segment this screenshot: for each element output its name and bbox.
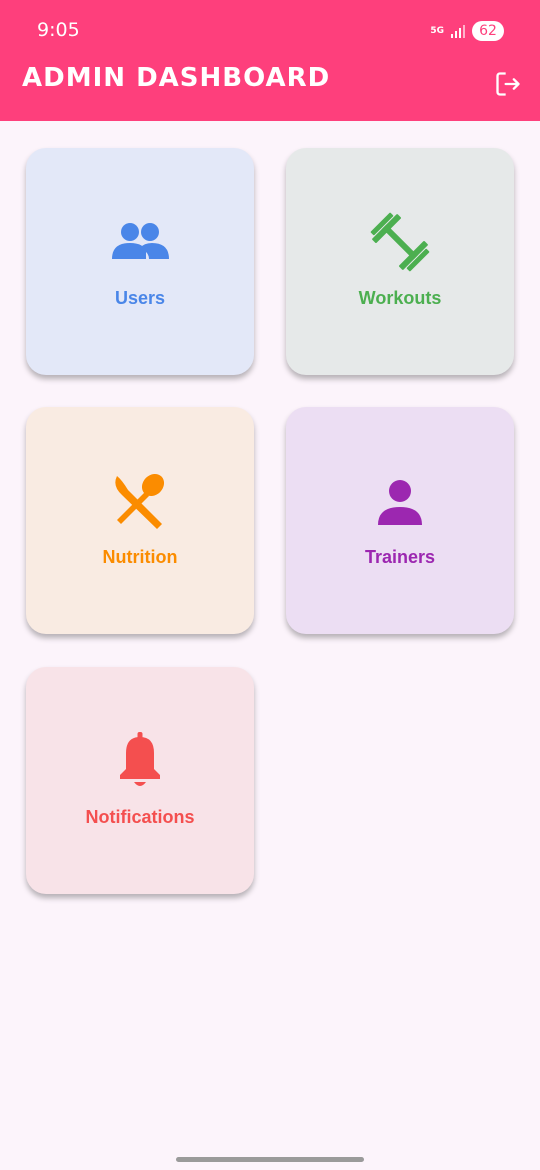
network-type: 5G bbox=[430, 25, 444, 36]
signal-icon bbox=[451, 25, 465, 38]
workouts-card[interactable]: Workouts bbox=[286, 148, 514, 375]
nutrition-label: Nutrition bbox=[102, 547, 178, 567]
workouts-label: Workouts bbox=[358, 288, 442, 308]
trainers-label: Trainers bbox=[364, 547, 436, 567]
users-icon bbox=[108, 210, 172, 274]
home-indicator[interactable] bbox=[176, 1157, 364, 1162]
dumbbell-icon bbox=[368, 210, 432, 274]
status-icons: 5G 62 bbox=[430, 20, 504, 42]
utensils-icon bbox=[108, 469, 172, 533]
notifications-label: Notifications bbox=[85, 807, 195, 827]
person-icon bbox=[368, 469, 432, 533]
trainers-card[interactable]: Trainers bbox=[286, 407, 514, 634]
status-time: 9:05 bbox=[37, 19, 80, 41]
battery-level: 62 bbox=[472, 21, 504, 41]
bell-icon bbox=[108, 729, 172, 793]
nutrition-card[interactable]: Nutrition bbox=[26, 407, 254, 634]
users-card[interactable]: Users bbox=[26, 148, 254, 375]
users-label: Users bbox=[114, 288, 166, 308]
notifications-card[interactable]: Notifications bbox=[26, 667, 254, 894]
page-title: ADMIN DASHBOARD bbox=[22, 63, 331, 93]
app-bar: 9:05 5G 62 ADMIN DASHBOARD bbox=[0, 0, 540, 121]
logout-icon[interactable] bbox=[494, 70, 522, 98]
